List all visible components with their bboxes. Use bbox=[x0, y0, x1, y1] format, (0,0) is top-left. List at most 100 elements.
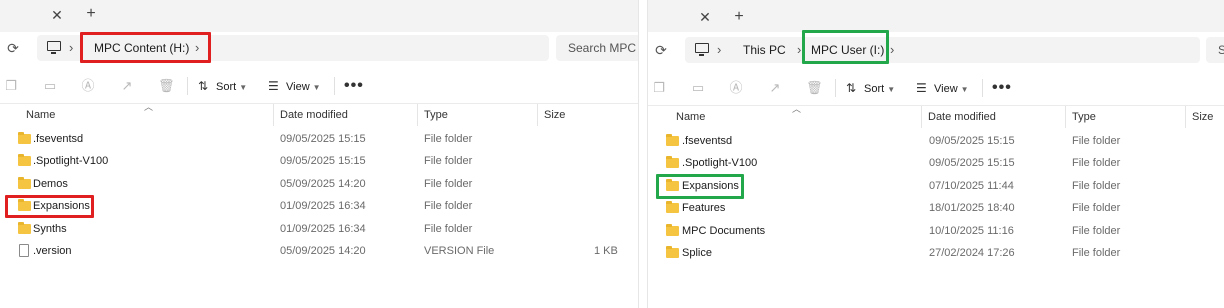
file-name: Demos bbox=[33, 178, 68, 190]
column-header: ︿ Name Date modified Type Size bbox=[0, 102, 638, 126]
breadcrumb-this-pc[interactable]: This PC bbox=[743, 43, 786, 57]
chevron-right-icon[interactable]: › bbox=[890, 42, 894, 57]
more-options-icon[interactable]: ••• bbox=[344, 77, 364, 95]
this-pc-icon[interactable] bbox=[47, 41, 61, 54]
column-size[interactable]: Size bbox=[1186, 106, 1224, 128]
chevron-right-icon[interactable]: › bbox=[717, 42, 721, 57]
view-label: View bbox=[934, 83, 958, 95]
search-placeholder: S bbox=[1218, 43, 1224, 57]
rename-icon[interactable]: Ⓐ bbox=[728, 80, 744, 96]
folder-icon bbox=[666, 201, 679, 213]
folder-icon bbox=[666, 156, 679, 168]
file-name: .Spotlight-V100 bbox=[33, 155, 109, 167]
file-type: File folder bbox=[1072, 157, 1121, 169]
sort-icon: ⇅ bbox=[198, 79, 209, 93]
file-name: Features bbox=[682, 202, 726, 214]
highlight-box-red bbox=[5, 195, 94, 218]
highlight-box-red bbox=[80, 32, 211, 63]
file-date: 09/05/2025 15:15 bbox=[280, 133, 366, 145]
close-tab-icon[interactable]: ✕ bbox=[48, 6, 66, 24]
highlight-box-green bbox=[802, 30, 889, 64]
folder-icon bbox=[18, 222, 31, 234]
address-bar: ⟳ › This PC › MPC User (I:) › S bbox=[648, 30, 1224, 66]
file-type: File folder bbox=[1072, 225, 1121, 237]
command-bar: ❐ ▭ Ⓐ ↗ 🗑 ⇅ Sort ▼ ☰ View ▼ ••• bbox=[0, 68, 638, 104]
new-tab-icon[interactable]: + bbox=[82, 5, 100, 23]
file-name: Splice bbox=[682, 247, 712, 259]
close-tab-icon[interactable]: ✕ bbox=[696, 8, 714, 26]
view-button[interactable]: ☰ View ▼ bbox=[268, 78, 321, 94]
more-options-icon[interactable]: ••• bbox=[992, 79, 1012, 97]
column-name[interactable]: Name bbox=[20, 104, 274, 126]
table-row[interactable]: Features 18/01/2025 18:40 File folder bbox=[648, 197, 1224, 219]
file-date: 01/09/2025 16:34 bbox=[280, 223, 366, 235]
table-row[interactable]: MPC Documents 10/10/2025 11:16 File fold… bbox=[648, 220, 1224, 242]
file-type: File folder bbox=[424, 200, 473, 212]
delete-icon[interactable]: 🗑 bbox=[158, 78, 175, 94]
file-type: VERSION File bbox=[424, 245, 495, 257]
file-date: 05/09/2025 14:20 bbox=[280, 245, 366, 257]
table-row[interactable]: Synths 01/09/2025 16:34 File folder bbox=[0, 218, 638, 240]
toolbar-divider bbox=[187, 77, 188, 95]
rename-icon[interactable]: Ⓐ bbox=[80, 78, 96, 94]
chevron-down-icon: ▼ bbox=[312, 83, 321, 92]
view-button[interactable]: ☰ View ▼ bbox=[916, 80, 969, 96]
copy-icon[interactable]: ❐ bbox=[651, 80, 667, 96]
table-row[interactable]: .Spotlight-V100 09/05/2025 15:15 File fo… bbox=[0, 150, 638, 172]
file-name: .Spotlight-V100 bbox=[682, 157, 758, 169]
command-bar: ❐ ▭ Ⓐ ↗ 🗑 ⇅ Sort ▼ ☰ View ▼ ••• bbox=[648, 70, 1224, 106]
search-input[interactable]: S bbox=[1206, 37, 1224, 63]
column-header: ︿ Name Date modified Type Size bbox=[648, 104, 1224, 128]
file-type: File folder bbox=[1072, 135, 1121, 147]
folder-icon bbox=[666, 134, 679, 146]
new-tab-icon[interactable]: + bbox=[730, 8, 748, 26]
column-name[interactable]: Name bbox=[670, 106, 922, 128]
table-row[interactable]: Expansions 01/09/2025 16:34 File folder bbox=[0, 195, 638, 217]
paste-icon[interactable]: ▭ bbox=[42, 78, 58, 94]
column-size[interactable]: Size bbox=[538, 104, 638, 126]
chevron-down-icon: ▼ bbox=[239, 83, 248, 92]
chevron-right-icon[interactable]: › bbox=[797, 42, 801, 57]
table-row[interactable]: Demos 05/09/2025 14:20 File folder bbox=[0, 173, 638, 195]
breadcrumb[interactable]: › This PC › MPC User (I:) › bbox=[685, 37, 1200, 63]
refresh-icon[interactable]: ⟳ bbox=[5, 40, 21, 56]
file-date: 09/05/2025 15:15 bbox=[929, 157, 1015, 169]
tab-strip: ✕ + bbox=[0, 0, 638, 32]
share-icon[interactable]: ↗ bbox=[767, 80, 783, 96]
sort-button[interactable]: ⇅ Sort ▼ bbox=[198, 78, 247, 94]
column-type[interactable]: Type bbox=[418, 104, 538, 126]
explorer-window-left: ✕ + ⟳ › MPC Content (H:) › Search MPC Co… bbox=[0, 0, 638, 308]
view-label: View bbox=[286, 81, 310, 93]
file-date: 09/05/2025 15:15 bbox=[929, 135, 1015, 147]
table-row[interactable]: .Spotlight-V100 09/05/2025 15:15 File fo… bbox=[648, 152, 1224, 174]
table-row[interactable]: .version 05/09/2025 14:20 VERSION File 1… bbox=[0, 240, 638, 262]
file-name: .fseventsd bbox=[682, 135, 733, 147]
file-type: File folder bbox=[1072, 247, 1121, 259]
refresh-icon[interactable]: ⟳ bbox=[653, 42, 669, 58]
file-name: Synths bbox=[33, 223, 67, 235]
sort-icon: ⇅ bbox=[846, 81, 857, 95]
share-icon[interactable]: ↗ bbox=[119, 78, 135, 94]
sort-button[interactable]: ⇅ Sort ▼ bbox=[846, 80, 895, 96]
folder-icon bbox=[18, 177, 31, 189]
table-row[interactable]: .fseventsd 09/05/2025 15:15 File folder bbox=[648, 130, 1224, 152]
toolbar-divider bbox=[835, 79, 836, 97]
chevron-right-icon[interactable]: › bbox=[69, 40, 73, 55]
search-input[interactable]: Search MPC Co bbox=[556, 35, 638, 61]
address-bar: ⟳ › MPC Content (H:) › Search MPC Co bbox=[0, 32, 638, 64]
this-pc-icon[interactable] bbox=[695, 43, 709, 56]
paste-icon[interactable]: ▭ bbox=[690, 80, 706, 96]
pane-divider bbox=[638, 0, 648, 308]
column-type[interactable]: Type bbox=[1066, 106, 1186, 128]
copy-icon[interactable]: ❐ bbox=[3, 78, 19, 94]
delete-icon[interactable]: 🗑 bbox=[806, 80, 823, 96]
table-row[interactable]: Splice 27/02/2024 17:26 File folder bbox=[648, 242, 1224, 264]
file-name: .version bbox=[33, 245, 72, 257]
table-row[interactable]: .fseventsd 09/05/2025 15:15 File folder bbox=[0, 128, 638, 150]
folder-icon bbox=[666, 246, 679, 258]
column-date-modified[interactable]: Date modified bbox=[274, 104, 418, 126]
folder-icon bbox=[666, 224, 679, 236]
file-type: File folder bbox=[424, 178, 473, 190]
column-date-modified[interactable]: Date modified bbox=[922, 106, 1066, 128]
file-date: 09/05/2025 15:15 bbox=[280, 155, 366, 167]
